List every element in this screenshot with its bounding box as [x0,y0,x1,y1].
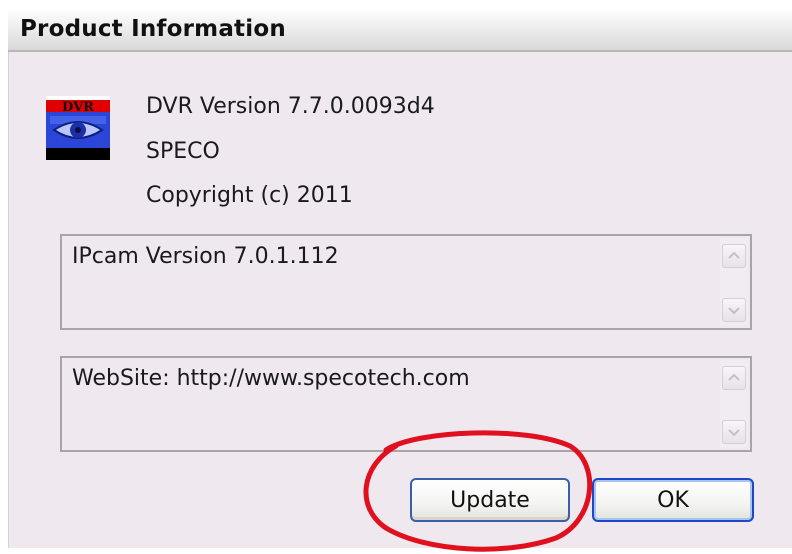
scroll-down-button[interactable] [722,420,746,444]
chevron-up-icon [728,251,740,259]
ok-button[interactable]: OK [592,478,754,522]
chevron-down-icon [728,307,740,315]
dvr-version-label: DVR Version 7.7.0.0093d4 [146,94,435,119]
company-label: SPECO [146,139,220,164]
screenshot-canvas: Product Information DVR DVR Version 7.7.… [0,0,792,552]
website-text: WebSite: http://www.specotech.com [72,366,470,391]
update-button[interactable]: Update [410,478,570,522]
dialog-title: Product Information [20,16,286,42]
chevron-down-icon [728,429,740,437]
chevron-up-icon [728,373,740,381]
copyright-label: Copyright (c) 2011 [146,183,353,208]
ipcam-version-text: IPcam Version 7.0.1.112 [72,244,339,269]
scroll-down-button[interactable] [722,298,746,322]
ipcam-version-textbox[interactable]: IPcam Version 7.0.1.112 [60,234,752,330]
scroll-up-button[interactable] [722,366,746,390]
scroll-up-button[interactable] [722,244,746,268]
title-bar[interactable]: Product Information [8,8,792,52]
dvr-logo-icon: DVR [46,96,110,160]
website-scrollbar[interactable] [720,360,748,448]
ipcam-scrollbar[interactable] [720,238,748,326]
website-textbox[interactable]: WebSite: http://www.specotech.com [60,356,752,452]
